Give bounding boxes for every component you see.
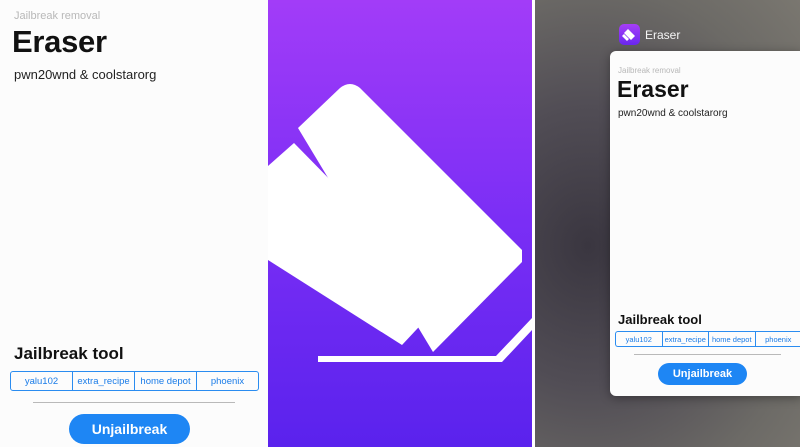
jailbreak-tool-segmented-control[interactable]: yalu102 extra_recipe home depot phoenix <box>615 331 800 347</box>
tool-option-yalu102[interactable]: yalu102 <box>616 332 663 346</box>
tool-option-extra-recipe[interactable]: extra_recipe <box>73 372 135 390</box>
tool-option-yalu102[interactable]: yalu102 <box>11 372 73 390</box>
switcher-app-name: Eraser <box>645 28 681 42</box>
app-snapshot-card[interactable]: Jailbreak removal Eraser pwn20wnd & cool… <box>610 51 800 396</box>
tool-option-phoenix[interactable]: phoenix <box>197 372 258 390</box>
tool-option-extra-recipe[interactable]: extra_recipe <box>663 332 709 346</box>
app-category-label: Jailbreak removal <box>14 10 101 22</box>
app-authors: pwn20wnd & coolstarorg <box>14 67 157 82</box>
app-title: Eraser <box>12 24 107 59</box>
tool-option-phoenix[interactable]: phoenix <box>756 332 800 346</box>
jailbreak-tool-heading: Jailbreak tool <box>618 312 702 327</box>
jailbreak-tool-heading: Jailbreak tool <box>14 344 124 363</box>
divider <box>634 354 781 355</box>
unjailbreak-button[interactable]: Unjailbreak <box>658 363 747 385</box>
eraser-icon <box>268 0 532 447</box>
jailbreak-tool-segmented-control[interactable]: yalu102 extra_recipe home depot phoenix <box>10 371 259 391</box>
tool-option-home-depot[interactable]: home depot <box>709 332 756 346</box>
app-title: Eraser <box>617 76 689 102</box>
app-switcher: Eraser Jailbreak removal Eraser pwn20wnd… <box>535 0 800 447</box>
app-authors: pwn20wnd & coolstarorg <box>618 108 728 119</box>
tool-option-home-depot[interactable]: home depot <box>135 372 197 390</box>
app-screen: Jailbreak removal Eraser pwn20wnd & cool… <box>0 0 268 447</box>
eraser-glyph-icon <box>268 84 532 362</box>
eraser-app-icon[interactable] <box>619 24 640 45</box>
unjailbreak-button[interactable]: Unjailbreak <box>69 414 190 444</box>
app-category-label: Jailbreak removal <box>618 66 681 75</box>
eraser-small-icon <box>622 29 635 41</box>
divider <box>33 402 235 403</box>
